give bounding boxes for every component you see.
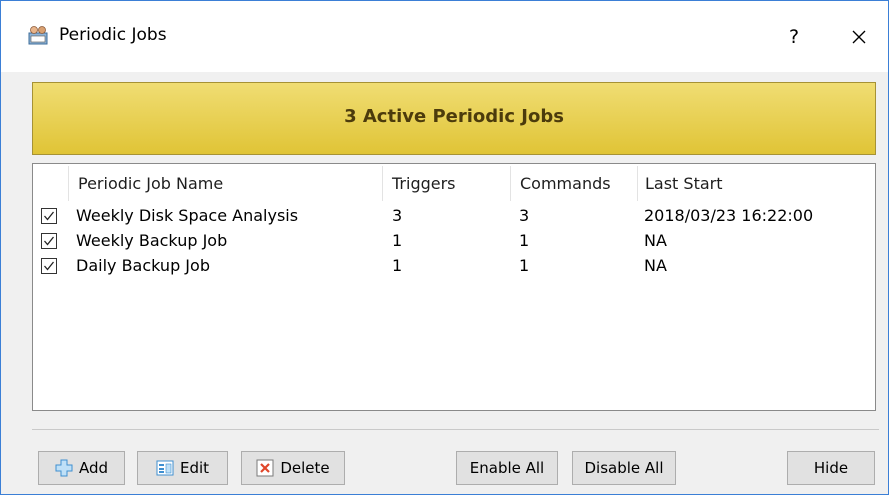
edit-button-label: Edit [179, 459, 210, 477]
help-button[interactable]: ? [774, 17, 814, 57]
checkmark-icon [44, 261, 55, 271]
disable-all-button[interactable]: Disable All [572, 451, 676, 485]
job-triggers: 1 [392, 256, 403, 275]
column-header-triggers[interactable]: Triggers [392, 174, 456, 193]
table-row[interactable]: Weekly Disk Space Analysis 3 3 2018/03/2… [33, 205, 875, 230]
close-button[interactable] [837, 17, 881, 57]
header-separator [637, 166, 638, 201]
add-button[interactable]: Add [38, 451, 125, 485]
hide-button[interactable]: Hide [787, 451, 875, 485]
disable-all-label: Disable All [584, 459, 664, 477]
divider [32, 429, 879, 430]
column-header-name[interactable]: Periodic Job Name [78, 174, 223, 193]
window-title: Periodic Jobs [59, 25, 167, 45]
hide-button-label: Hide [813, 459, 849, 477]
add-plus-icon [55, 459, 73, 477]
column-header-commands[interactable]: Commands [520, 174, 611, 193]
job-name: Daily Backup Job [76, 256, 210, 275]
job-triggers: 3 [392, 206, 403, 225]
job-triggers: 1 [392, 231, 403, 250]
job-name: Weekly Disk Space Analysis [76, 206, 299, 225]
periodic-jobs-dialog: Periodic Jobs ? 3 Active Periodic Jobs P… [0, 0, 889, 495]
table-row[interactable]: Weekly Backup Job 1 1 NA [33, 230, 875, 255]
job-name: Weekly Backup Job [76, 231, 228, 250]
jobs-list[interactable]: Periodic Job Name Triggers Commands Last… [32, 163, 876, 411]
header-separator [68, 166, 69, 201]
banner-title: 3 Active Periodic Jobs [344, 106, 564, 127]
status-banner: 3 Active Periodic Jobs [32, 82, 876, 155]
enable-all-label: Enable All [469, 459, 545, 477]
app-icon [27, 24, 49, 46]
job-commands: 1 [519, 231, 530, 250]
checkmark-icon [44, 236, 55, 246]
edit-button[interactable]: Edit [137, 451, 228, 485]
header-separator [510, 166, 511, 201]
delete-x-icon [256, 459, 274, 477]
job-commands: 3 [519, 206, 530, 225]
job-commands: 1 [519, 256, 530, 275]
table-row[interactable]: Daily Backup Job 1 1 NA [33, 255, 875, 280]
enable-all-button[interactable]: Enable All [456, 451, 558, 485]
add-button-label: Add [78, 459, 109, 477]
job-last-start: NA [644, 231, 667, 250]
job-last-start: NA [644, 256, 667, 275]
delete-button[interactable]: Delete [241, 451, 345, 485]
delete-button-label: Delete [280, 459, 330, 477]
close-icon [837, 30, 881, 61]
header-separator [382, 166, 383, 201]
title-bar: Periodic Jobs ? [1, 1, 888, 72]
checkmark-icon [44, 211, 55, 221]
job-enabled-checkbox[interactable] [41, 208, 57, 224]
job-enabled-checkbox[interactable] [41, 233, 57, 249]
job-enabled-checkbox[interactable] [41, 258, 57, 274]
job-last-start: 2018/03/23 16:22:00 [644, 206, 814, 225]
edit-icon [156, 459, 174, 477]
column-header-last-start[interactable]: Last Start [645, 174, 723, 193]
